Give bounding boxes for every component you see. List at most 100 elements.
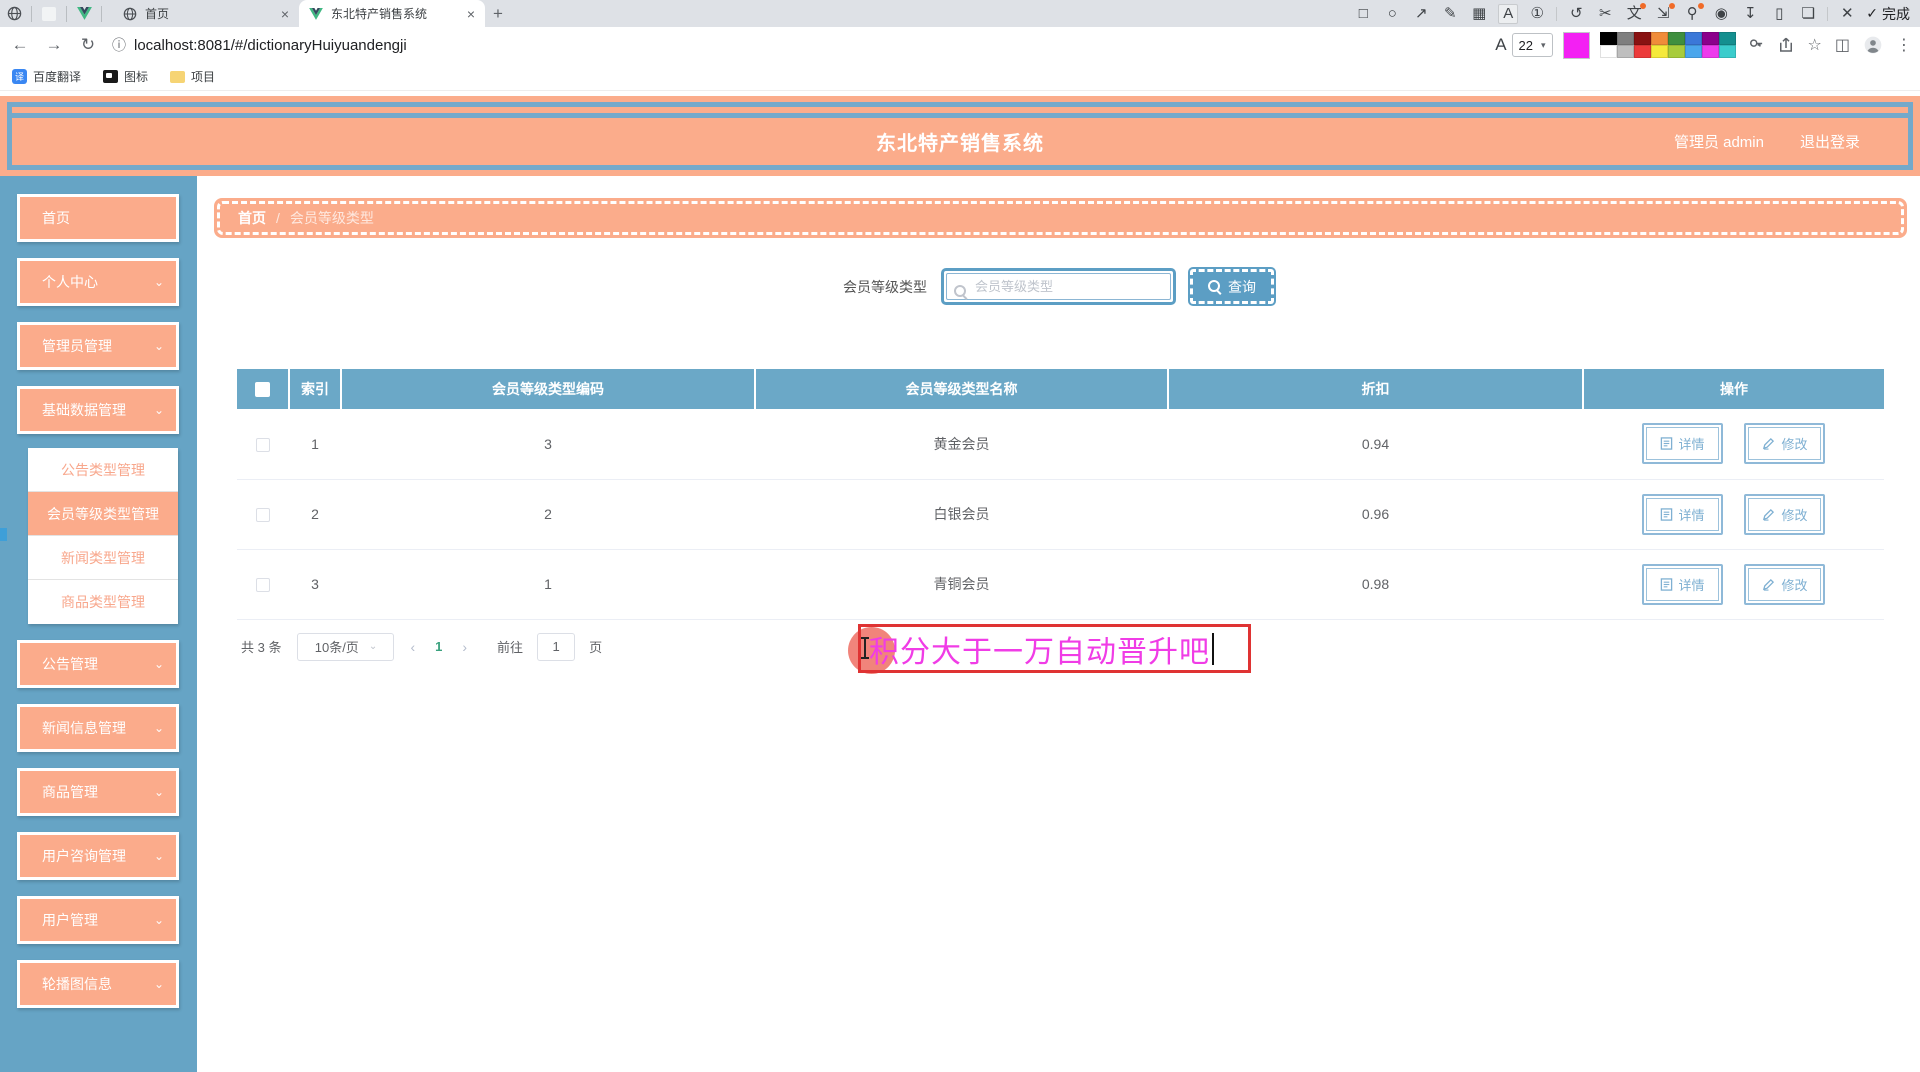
sidebar-item-admin-management[interactable]: 管理员管理 ⌄ [17,322,179,370]
bookmark-star-icon[interactable]: ☆ [1808,35,1822,55]
undo-icon[interactable]: ↺ [1566,4,1586,24]
font-tool: A 22 ▾ [1495,33,1553,57]
edit-button[interactable]: 修改 [1744,493,1826,535]
page-number-current[interactable]: 1 [431,639,446,654]
address-field[interactable]: ⓘ localhost:8081/#/dictionaryHuiyuandeng… [112,35,407,55]
palette-color[interactable] [1616,32,1634,45]
browser-tab-active[interactable]: 东北特产销售系统 × [299,0,485,27]
blank-tab-icon[interactable] [41,6,57,22]
sidebar-item-home[interactable]: 首页 [17,194,179,242]
table-row: 2 2 白银会员 0.96 详情 修改 [237,479,1884,550]
reload-icon[interactable]: ↻ [78,35,98,55]
folder-favicon [170,70,186,83]
query-button[interactable]: 查询 [1190,269,1274,304]
pen-tool-icon[interactable]: ✎ [1440,4,1460,24]
detail-button[interactable]: 详情 [1641,423,1723,465]
resize-tool-icon[interactable]: ⇲ [1653,2,1676,24]
row-checkbox[interactable] [256,437,270,452]
arrow-tool-icon[interactable]: ↗ [1411,4,1431,24]
row-checkbox[interactable] [256,508,270,523]
tab-close-icon[interactable]: × [281,6,289,22]
palette-color[interactable] [1701,45,1719,58]
number-tool-icon[interactable]: ① [1527,4,1547,24]
side-panel-icon[interactable]: ◫ [1835,35,1850,55]
submenu-item-product-type[interactable]: 商品类型管理 [28,580,178,624]
palette-color[interactable] [1633,45,1651,58]
palette-color[interactable] [1684,45,1702,58]
bookmark-project[interactable]: 项目 [170,68,215,85]
palette-color[interactable] [1718,45,1736,58]
sidebar-item-personal-center[interactable]: 个人中心 ⌄ [17,258,179,306]
palette-color[interactable] [1667,45,1685,58]
page-title: 东北特产销售系统 [876,133,1044,155]
palette-color[interactable] [1616,45,1634,58]
forward-icon[interactable]: → [44,35,64,55]
goto-page-input[interactable] [537,632,576,661]
download-icon[interactable]: ↧ [1740,4,1760,24]
sidebar-item-carousel-info[interactable]: 轮播图信息 ⌄ [17,960,179,1008]
left-edge-marker [0,528,7,541]
chevron-down-icon: ⌄ [153,721,164,735]
bookmark-baidu-translate[interactable]: 译 百度翻译 [12,68,81,85]
search-input[interactable] [946,273,1171,300]
edit-button[interactable]: 修改 [1744,423,1826,465]
palette-color[interactable] [1650,32,1668,45]
palette-color[interactable] [1718,32,1736,45]
palette-color[interactable] [1633,32,1651,45]
mosaic-tool-icon[interactable]: ▦ [1469,4,1489,24]
pin-tool-icon[interactable]: ⚲ [1682,2,1705,24]
sidebar-item-product-management[interactable]: 商品管理 ⌄ [17,768,179,816]
palette-color[interactable] [1599,32,1617,45]
breadcrumb-home[interactable]: 首页 [238,208,266,228]
sidebar-item-user-consult-management[interactable]: 用户咨询管理 ⌄ [17,832,179,880]
search-icon [1208,280,1221,293]
sidebar-item-user-management[interactable]: 用户管理 ⌄ [17,896,179,944]
new-tab-button[interactable]: + [485,0,511,27]
prev-page-icon[interactable]: ‹ [406,639,419,655]
vue-icon[interactable] [76,6,92,22]
back-icon[interactable]: ← [10,35,30,55]
current-color-swatch[interactable] [1562,31,1590,59]
submenu-item-news-type[interactable]: 新闻类型管理 [28,536,178,580]
crop-icon[interactable]: ✂ [1595,4,1615,24]
record-tool-icon[interactable]: ◉ [1711,4,1731,24]
site-info-icon[interactable]: ⓘ [112,35,126,55]
select-all-checkbox[interactable] [255,382,270,398]
share-icon[interactable] [1777,36,1795,54]
detail-button[interactable]: 详情 [1641,493,1723,535]
row-checkbox[interactable] [256,578,270,593]
ellipse-tool-icon[interactable]: ○ [1382,4,1402,24]
profile-avatar[interactable] [1863,35,1883,55]
annotation-text-box[interactable]: 积分大于一万自动晋升吧 [858,624,1251,673]
text-tool-icon[interactable]: A [1498,3,1519,24]
browser-tab-home[interactable]: 首页 × [113,0,299,27]
page-size-select[interactable]: 10条/页 ⌄ [297,632,395,661]
bookmark-icons[interactable]: 图标 [103,68,148,85]
palette-color[interactable] [1701,32,1719,45]
cancel-capture-icon[interactable]: ✕ [1837,4,1857,24]
font-size-select[interactable]: 22 ▾ [1511,33,1553,57]
sidebar-item-notice-management[interactable]: 公告管理 ⌄ [17,640,179,688]
bookmark-tool-icon[interactable]: ❏ [1798,4,1818,24]
palette-color[interactable] [1667,32,1685,45]
edit-button[interactable]: 修改 [1744,563,1826,605]
sidebar-item-base-data-management[interactable]: 基础数据管理 ⌄ [17,386,179,434]
finish-capture-button[interactable]: ✓ 完成 [1866,4,1910,24]
next-page-icon[interactable]: › [458,639,471,655]
tab-close-icon[interactable]: × [467,6,475,22]
submenu-item-notice-type[interactable]: 公告类型管理 [28,448,178,492]
palette-color[interactable] [1650,45,1668,58]
translate-tool-icon[interactable]: 文 [1624,2,1647,24]
rect-tool-icon[interactable]: □ [1353,4,1373,24]
logout-link[interactable]: 退出登录 [1800,131,1860,152]
detail-button[interactable]: 详情 [1641,563,1723,605]
palette-color[interactable] [1599,45,1617,58]
phone-tool-icon[interactable]: ▯ [1769,4,1789,24]
browser-menu-icon[interactable]: ⋮ [1896,35,1912,55]
submenu-item-member-level-type[interactable]: 会员等级类型管理 [28,492,178,536]
globe-icon[interactable] [6,6,22,22]
sidebar-item-news-management[interactable]: 新闻信息管理 ⌄ [17,704,179,752]
palette-color[interactable] [1684,32,1702,45]
password-key-icon[interactable] [1746,36,1764,54]
admin-user-label[interactable]: 管理员 admin [1674,131,1764,152]
